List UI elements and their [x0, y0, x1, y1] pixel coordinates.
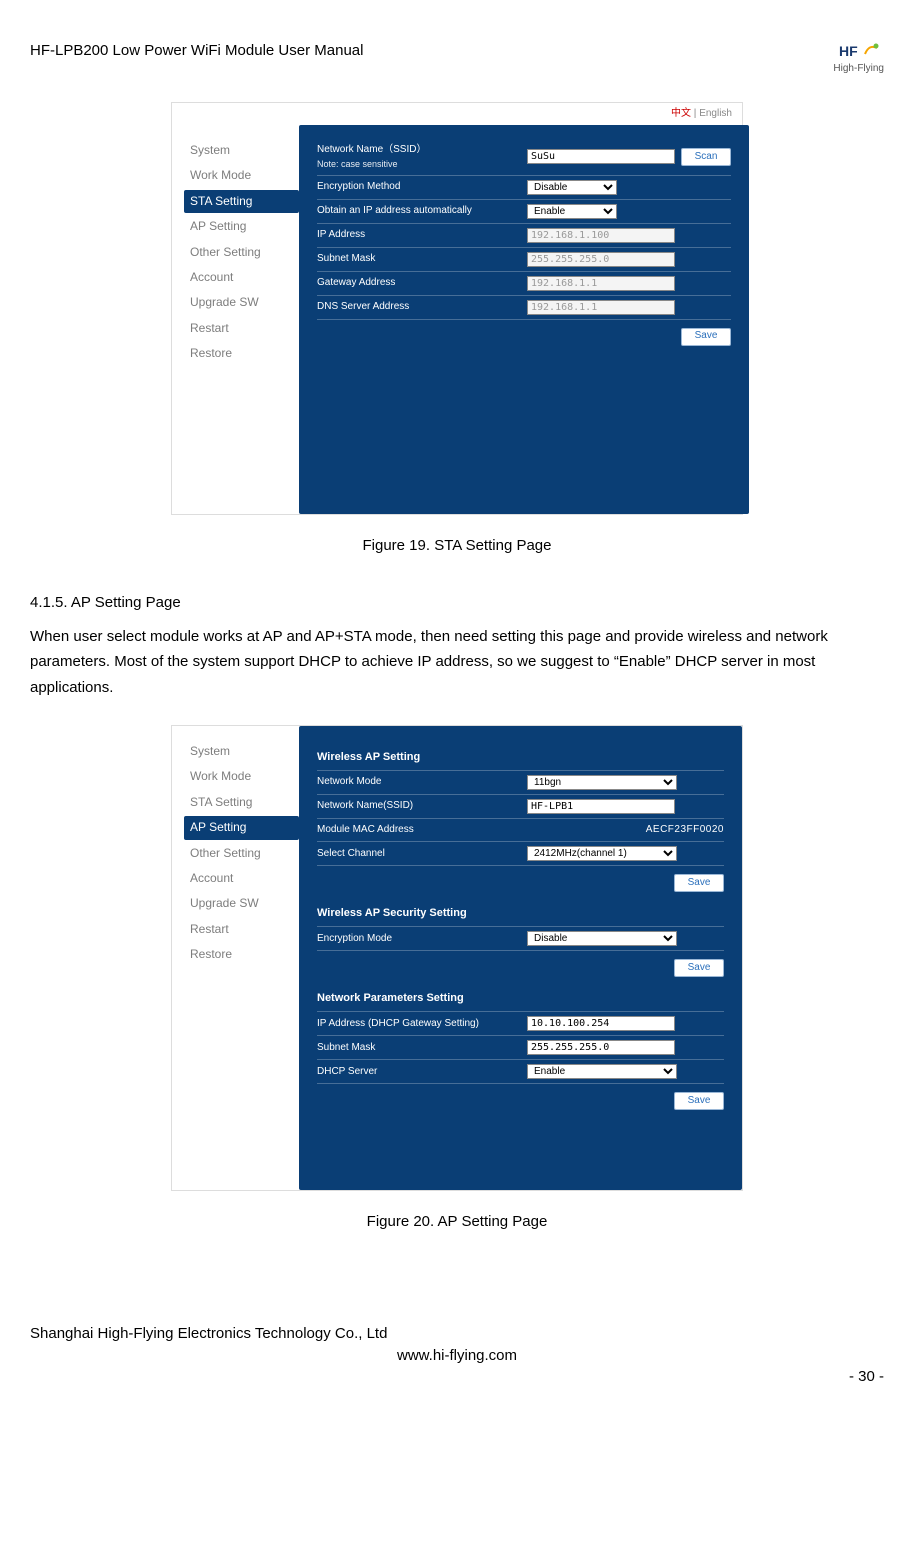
sidebar-item-other[interactable]: Other Setting [184, 241, 299, 264]
ap-setting-screenshot: System Work Mode STA Setting AP Setting … [171, 725, 743, 1191]
mask-label: Subnet Mask [317, 252, 527, 267]
ap-dhcp-select[interactable]: Enable [527, 1064, 677, 1079]
brand-logo: HF High-Flying [833, 40, 884, 77]
ap-mask-input[interactable] [527, 1040, 675, 1055]
ip-label: IP Address [317, 228, 527, 243]
ap-enc-label: Encryption Mode [317, 932, 527, 947]
sta-form: Network Name（SSID） Note: case sensitive … [299, 125, 749, 514]
ap-mac-value: AECF23FF0020 [646, 823, 724, 838]
ap-ip-label: IP Address (DHCP Gateway Setting) [317, 1017, 527, 1032]
section-4-1-5-body: When user select module works at AP and … [30, 624, 884, 701]
svg-text:HF: HF [839, 43, 858, 59]
ap-mask-label: Subnet Mask [317, 1041, 527, 1056]
sidebar-item-restart[interactable]: Restart [184, 317, 299, 340]
page-footer: Shanghai High-Flying Electronics Technol… [30, 1323, 884, 1388]
sidebar-item-upgrade[interactable]: Upgrade SW [184, 892, 299, 915]
sidebar: System Work Mode STA Setting AP Setting … [172, 125, 299, 514]
ap-mode-select[interactable]: 11bgn [527, 775, 677, 790]
sidebar-item-workmode[interactable]: Work Mode [184, 765, 299, 788]
sidebar-item-account[interactable]: Account [184, 867, 299, 890]
ap-form: Wireless AP Setting Network Mode 11bgn N… [299, 726, 742, 1190]
ssid-label: Network Name（SSID） [317, 143, 527, 158]
doc-header: HF-LPB200 Low Power WiFi Module User Man… [30, 40, 884, 77]
gw-input[interactable] [527, 276, 675, 291]
brand-logo-text: High-Flying [833, 63, 884, 74]
sidebar-item-other[interactable]: Other Setting [184, 842, 299, 865]
mask-input[interactable] [527, 252, 675, 267]
sidebar-item-ap[interactable]: AP Setting [184, 215, 299, 238]
lang-sep: | [691, 108, 699, 119]
ap-save-button-2[interactable]: Save [674, 959, 724, 977]
footer-page: - 30 - [30, 1366, 884, 1388]
ap-mode-label: Network Mode [317, 775, 527, 790]
autoip-label: Obtain an IP address automatically [317, 204, 527, 219]
gw-label: Gateway Address [317, 276, 527, 291]
dns-label: DNS Server Address [317, 300, 527, 315]
sidebar: System Work Mode STA Setting AP Setting … [172, 726, 299, 1190]
footer-site: www.hi-flying.com [30, 1345, 884, 1367]
ap-ch-select[interactable]: 2412MHz(channel 1) [527, 846, 677, 861]
section-4-1-5-heading: 4.1.5. AP Setting Page [30, 592, 884, 614]
dns-input[interactable] [527, 300, 675, 315]
ssid-input[interactable] [527, 149, 675, 164]
ap-save-button-3[interactable]: Save [674, 1092, 724, 1110]
ap-section-head-wireless: Wireless AP Setting [317, 744, 724, 771]
ap-enc-select[interactable]: Disable [527, 931, 677, 946]
footer-company: Shanghai High-Flying Electronics Technol… [30, 1323, 884, 1345]
ap-ch-label: Select Channel [317, 847, 527, 862]
ip-input[interactable] [527, 228, 675, 243]
save-button[interactable]: Save [681, 328, 731, 346]
sidebar-item-restore[interactable]: Restore [184, 943, 299, 966]
lang-cn-link[interactable]: 中文 [671, 108, 691, 119]
doc-title: HF-LPB200 Low Power WiFi Module User Man… [30, 40, 363, 62]
sidebar-item-restore[interactable]: Restore [184, 342, 299, 365]
language-bar: 中文 | English [172, 103, 742, 126]
sidebar-item-ap[interactable]: AP Setting [184, 816, 299, 839]
sidebar-item-sta[interactable]: STA Setting [184, 190, 299, 213]
sidebar-item-system[interactable]: System [184, 740, 299, 763]
sidebar-item-system[interactable]: System [184, 139, 299, 162]
enc-label: Encryption Method [317, 180, 527, 195]
sidebar-item-upgrade[interactable]: Upgrade SW [184, 291, 299, 314]
enc-select[interactable]: Disable [527, 180, 617, 195]
lang-en-link[interactable]: English [699, 108, 732, 119]
ssid-note: Note: case sensitive [317, 158, 527, 171]
sidebar-item-sta[interactable]: STA Setting [184, 791, 299, 814]
ap-mac-label: Module MAC Address [317, 823, 527, 838]
ap-ssid-input[interactable] [527, 799, 675, 814]
figure-20-caption: Figure 20. AP Setting Page [30, 1211, 884, 1233]
ap-section-head-security: Wireless AP Security Setting [317, 900, 724, 927]
ap-save-button-1[interactable]: Save [674, 874, 724, 892]
ap-section-head-net: Network Parameters Setting [317, 985, 724, 1012]
sidebar-item-workmode[interactable]: Work Mode [184, 164, 299, 187]
scan-button[interactable]: Scan [681, 148, 731, 166]
ap-ip-input[interactable] [527, 1016, 675, 1031]
sidebar-item-restart[interactable]: Restart [184, 918, 299, 941]
figure-19-caption: Figure 19. STA Setting Page [30, 535, 884, 557]
ap-dhcp-label: DHCP Server [317, 1065, 527, 1080]
autoip-select[interactable]: Enable [527, 204, 617, 219]
sta-setting-screenshot: 中文 | English System Work Mode STA Settin… [171, 102, 743, 516]
ap-ssid-label: Network Name(SSID) [317, 799, 527, 814]
sidebar-item-account[interactable]: Account [184, 266, 299, 289]
